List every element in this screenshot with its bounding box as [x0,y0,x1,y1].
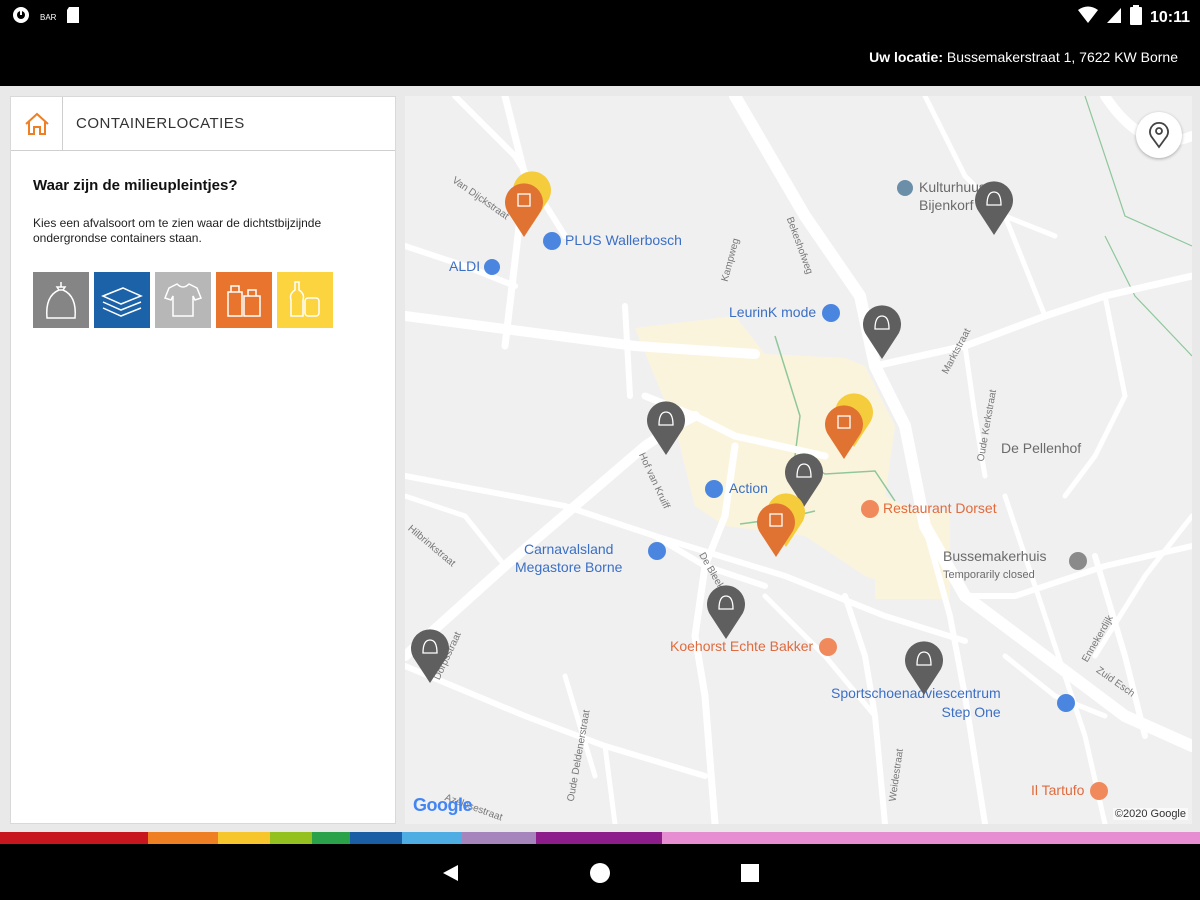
status-right: 10:11 [1077,5,1190,30]
recents-icon [741,864,759,882]
recents-button[interactable] [738,861,762,885]
status-time: 10:11 [1149,8,1190,26]
panel-question: Waar zijn de milieupleintjes? [33,177,238,194]
waste-type-papier[interactable] [94,272,150,328]
packaging-icon [227,285,261,317]
trash-bag-icon [46,282,76,319]
waste-type-plastic[interactable] [216,272,272,328]
restaurant-icon [1090,782,1109,801]
shopping-bag-icon [705,480,723,499]
residual-container-marker[interactable] [861,302,903,360]
location-pin-icon [1149,122,1169,149]
restaurant-icon [861,500,879,519]
poi-de-pellenhof[interactable]: De Pellenhof [1001,440,1081,456]
poi-plus-wallerbosch[interactable]: PLUS Wallerbosch [543,232,682,251]
app-header: Uw locatie: Bussemakerstraat 1, 7622 KW … [0,32,1200,86]
strip-segment [350,832,402,844]
strip-segment [312,832,350,844]
location-value: Bussemakerstraat 1, 7622 KW Borne [946,49,1178,65]
strip-segment [218,832,270,844]
sync-icon [12,6,30,29]
shopping-cart-icon [484,259,501,276]
home-circle-icon [590,863,610,883]
shirt-icon [164,283,202,317]
waste-type-restafval[interactable] [33,272,89,328]
back-button[interactable] [438,861,462,885]
poi-bussemakerhuis[interactable]: Bussemakerhuis Temporarily closed [943,548,1047,584]
plastic-container-marker[interactable] [755,500,797,558]
paper-stack-icon [101,287,143,317]
shopping-bag-icon [822,304,841,323]
brand-color-strip [0,832,1200,844]
strip-segment [662,832,1200,844]
sim-icon: BAR [40,13,57,22]
sd-card-icon [66,6,80,29]
status-left: BAR [12,6,80,29]
strip-segment [0,832,148,844]
back-icon [443,865,458,881]
restaurant-icon [819,638,838,657]
poi-carnavalsland[interactable]: Carnavalsland Megastore Borne [515,540,622,576]
poi-il-tartufo[interactable]: Il Tartufo [1031,782,1109,801]
battery-icon [1129,5,1142,30]
strip-segment [402,832,462,844]
plastic-container-marker[interactable] [823,402,865,460]
strip-segment [462,832,536,844]
plastic-container-marker[interactable] [503,180,545,238]
shopping-bag-icon [1057,694,1075,712]
waste-type-glas[interactable] [277,272,333,328]
waste-type-selector [33,272,373,328]
poi-restaurant-dorset[interactable]: Restaurant Dorset [861,500,997,519]
strip-segment [536,832,662,844]
content-area: CONTAINERLOCATIES Waar zijn de milieuple… [0,86,1200,832]
my-location-button[interactable] [1136,112,1182,158]
map-view[interactable]: PLUS Wallerbosch ALDI LeurinK mode Actio… [405,96,1192,824]
location-label: Uw locatie: [869,49,943,65]
navigation-bar [0,844,1200,900]
panel-body: Waar zijn de milieupleintjes? Kies een a… [11,151,395,354]
shopping-bag-icon [648,542,666,560]
home-icon [24,112,49,135]
panel-intro: Kies een afvalsoort om te zien waar de d… [33,216,322,245]
signal-icon [1106,6,1122,29]
home-nav-button[interactable] [588,861,612,885]
residual-container-marker[interactable] [705,582,747,640]
strip-segment [270,832,312,844]
panel-title: CONTAINERLOCATIES [76,115,245,132]
google-logo: Google [413,795,473,815]
residual-container-marker[interactable] [409,626,451,684]
status-bar: BAR 10:11 [0,0,1200,32]
poi-leurink-mode[interactable]: LeurinK mode [729,304,841,323]
poi-koehorst-bakker[interactable]: Koehorst Echte Bakker [670,638,838,657]
waste-type-textiel[interactable] [155,272,211,328]
location-pin-icon [897,180,913,197]
wifi-icon [1077,6,1098,29]
shopping-cart-icon [543,232,561,251]
residual-container-marker[interactable] [645,398,687,456]
map-copyright: ©2020 Google [1112,808,1188,820]
container-panel: CONTAINERLOCATIES Waar zijn de milieuple… [10,96,396,824]
poi-aldi[interactable]: ALDI [449,258,501,276]
strip-segment [148,832,218,844]
home-button[interactable] [11,96,63,151]
poi-action[interactable]: Action [705,480,768,499]
panel-header: CONTAINERLOCATIES [11,96,395,151]
residual-container-marker[interactable] [903,638,945,696]
bottles-icon [289,281,320,317]
user-location: Uw locatie: Bussemakerstraat 1, 7622 KW … [869,49,1178,65]
museum-icon [1069,552,1087,570]
residual-container-marker[interactable] [973,178,1015,236]
